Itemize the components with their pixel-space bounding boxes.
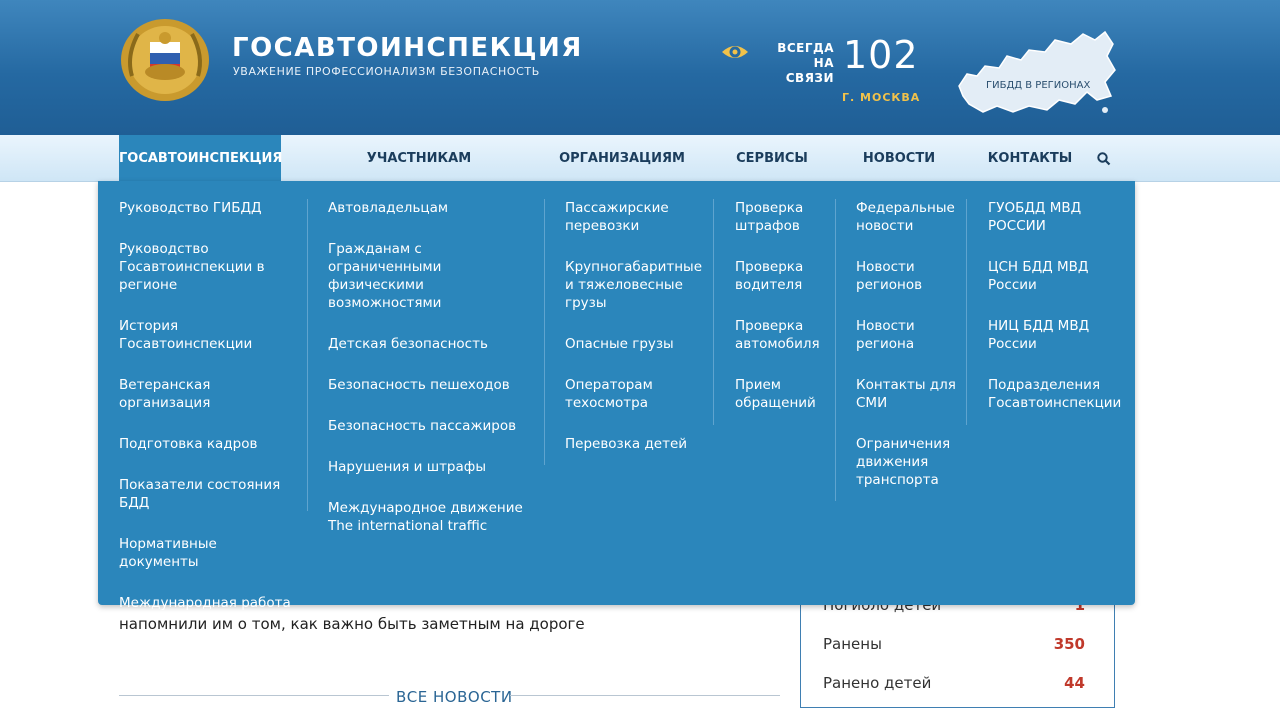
menu-link[interactable]: Опасные грузы <box>565 335 695 353</box>
divider-right <box>510 695 780 696</box>
menu-link[interactable]: Крупногабаритные и тяжеловесные грузы <box>565 258 702 312</box>
menu-link[interactable]: ЦСН БДД МВД России <box>988 258 1118 294</box>
menu-column-services: Проверка штрафов Проверка водителя Прове… <box>735 199 825 435</box>
menu-link[interactable]: Гражданам с ограниченными физическими во… <box>328 240 528 312</box>
site-header: ГОСАВТОИНСПЕКЦИЯ УВАЖЕНИЕ ПРОФЕССИОНАЛИЗ… <box>0 0 1280 135</box>
divider-left <box>119 695 389 696</box>
always-line-2: НА СВЯЗИ <box>785 56 834 85</box>
menu-link[interactable]: ГУОБДД МВД РОССИИ <box>988 199 1118 235</box>
main-nav: ГОСАВТОИНСПЕКЦИЯ УЧАСТНИКАМ ДВИЖЕНИЯ ОРГ… <box>0 135 1280 214</box>
menu-link[interactable]: Руководство Госавтоинспекции в регионе <box>119 240 299 294</box>
city-selector[interactable]: Г. МОСКВА <box>842 91 920 104</box>
column-divider <box>544 199 545 465</box>
regions-link[interactable]: ГИБДД В РЕГИОНАХ <box>986 80 1090 91</box>
menu-column-contacts: ГУОБДД МВД РОССИИ ЦСН БДД МВД России НИЦ… <box>988 199 1121 435</box>
menu-link[interactable]: Ветеранская организация <box>119 376 299 412</box>
menu-link[interactable]: Проверка штрафов <box>735 199 825 235</box>
nav-contacts[interactable]: КОНТАКТЫ <box>984 135 1076 181</box>
menu-link[interactable]: Международное движение The international… <box>328 499 528 535</box>
site-title[interactable]: ГОСАВТОИНСПЕКЦИЯ <box>232 33 583 63</box>
always-line-1: ВСЕГДА <box>777 41 834 55</box>
nav-services[interactable]: СЕРВИСЫ <box>731 135 813 181</box>
menu-column-participants: Автовладельцам Гражданам с ограниченными… <box>328 199 528 558</box>
menu-link[interactable]: Ограничения движения транспорта <box>856 435 956 489</box>
menu-link[interactable]: Безопасность пассажиров <box>328 417 528 435</box>
menu-column-news: Федеральные новости Новости регионов Нов… <box>856 199 956 512</box>
accident-stats-panel: Погибло детей 1 Ранены 350 Ранено детей … <box>800 590 1115 708</box>
eye-icon[interactable] <box>721 41 749 63</box>
menu-link[interactable]: Безопасность пешеходов <box>328 376 528 394</box>
menu-link[interactable]: Детская безопасность <box>328 335 528 353</box>
column-divider <box>966 199 967 425</box>
column-divider <box>307 199 308 511</box>
nav-news[interactable]: НОВОСТИ <box>858 135 940 181</box>
stat-value: 350 <box>1053 635 1085 653</box>
russia-map-icon[interactable] <box>955 26 1117 118</box>
menu-column-leadership: Руководство ГИБДД Руководство Госавтоинс… <box>119 199 299 635</box>
stat-row: Ранено детей 44 <box>823 674 1085 692</box>
menu-column-organizations: Пассажирские перевозки Крупногабаритные … <box>565 199 702 476</box>
all-news-link[interactable]: ВСЕ НОВОСТИ <box>396 688 513 706</box>
menu-link[interactable]: НИЦ БДД МВД России <box>988 317 1118 353</box>
mega-menu-dropdown: Руководство ГИБДД Руководство Госавтоинс… <box>98 181 1135 611</box>
column-divider <box>835 199 836 501</box>
menu-link[interactable]: История Госавтоинспекции <box>119 317 299 353</box>
menu-link[interactable]: Международная работа <box>119 594 299 612</box>
search-icon[interactable] <box>1096 151 1112 167</box>
menu-link[interactable]: Нормативные документы <box>119 535 299 571</box>
menu-link[interactable]: Подготовка кадров <box>119 435 299 453</box>
site-slogan: УВАЖЕНИЕ ПРОФЕССИОНАЛИЗМ БЕЗОПАСНОСТЬ <box>233 65 540 78</box>
menu-link[interactable]: Автовладельцам <box>328 199 528 217</box>
always-connected-label: ВСЕГДА НА СВЯЗИ <box>764 41 834 86</box>
menu-link[interactable]: Показатели состояния БДД <box>119 476 299 512</box>
menu-link[interactable]: Нарушения и штрафы <box>328 458 528 476</box>
column-divider <box>713 199 714 425</box>
menu-link[interactable]: Федеральные новости <box>856 199 956 235</box>
emergency-phone[interactable]: 102 <box>843 33 919 77</box>
menu-link[interactable]: Перевозка детей <box>565 435 695 453</box>
menu-link[interactable]: Новости регионов <box>856 258 956 294</box>
menu-link[interactable]: Руководство ГИБДД <box>119 199 299 217</box>
menu-link[interactable]: Пассажирские перевозки <box>565 199 695 235</box>
nav-organizations[interactable]: ОРГАНИЗАЦИЯМ <box>556 135 688 181</box>
menu-link[interactable]: Новости региона <box>856 317 956 353</box>
menu-link[interactable]: Проверка водителя <box>735 258 825 294</box>
nav-gosavtoinspekciya[interactable]: ГОСАВТОИНСПЕКЦИЯ <box>119 135 282 181</box>
stat-row: Ранены 350 <box>823 635 1085 653</box>
menu-link[interactable]: Контакты для СМИ <box>856 376 956 412</box>
stat-value: 44 <box>1064 674 1085 692</box>
gibdd-emblem-logo[interactable] <box>118 16 212 104</box>
menu-link[interactable]: Проверка автомобиля <box>735 317 825 353</box>
menu-link[interactable]: Прием обращений <box>735 376 825 412</box>
stat-label: Ранены <box>823 635 882 653</box>
menu-link[interactable]: Операторам техосмотра <box>565 376 695 412</box>
menu-link[interactable]: Подразделения Госавтоинспекции <box>988 376 1121 412</box>
nav-participants[interactable]: УЧАСТНИКАМ ДВИЖЕНИЯ <box>322 135 516 214</box>
stat-label: Ранено детей <box>823 674 932 692</box>
